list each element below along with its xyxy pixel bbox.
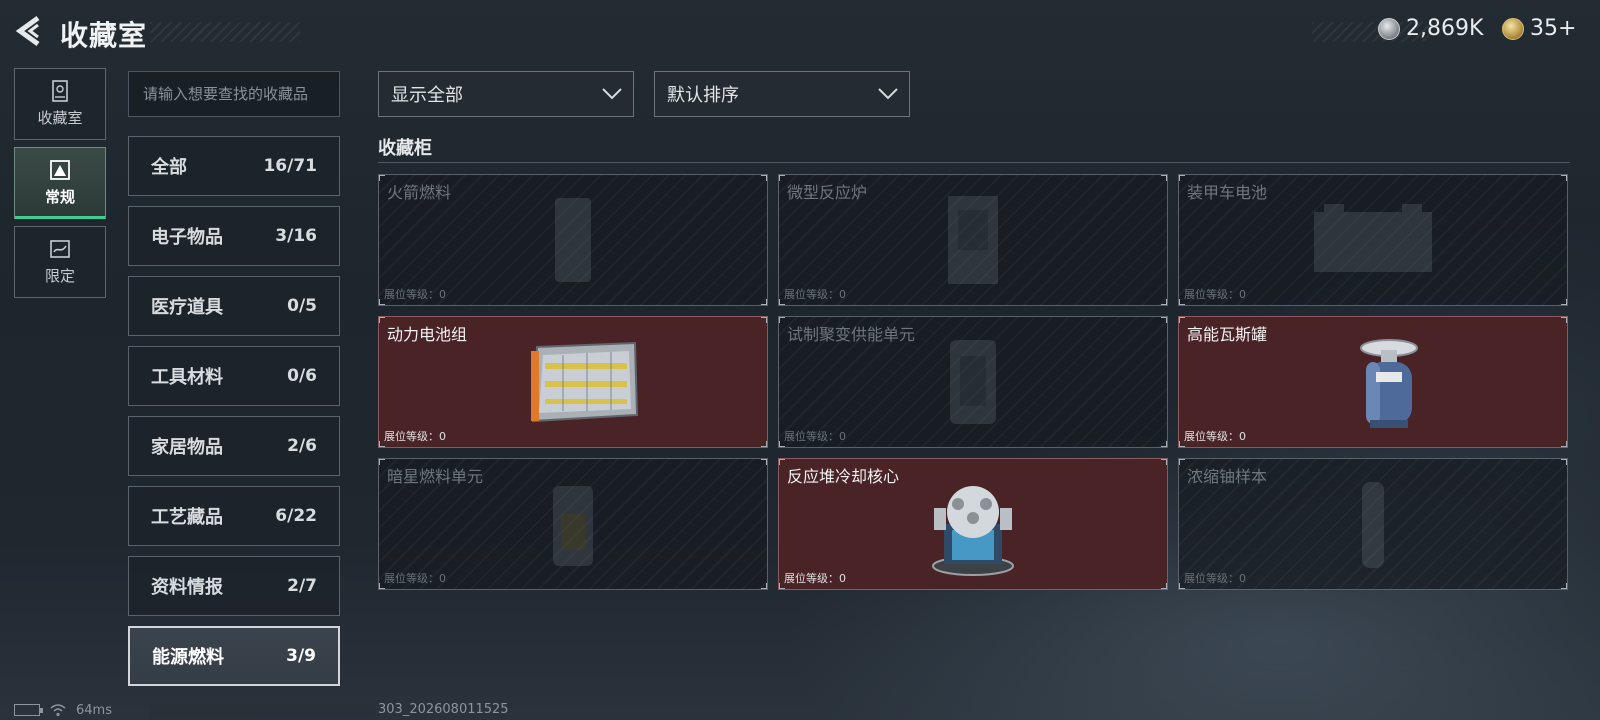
slot-name: 动力电池组 (387, 325, 468, 344)
category-name: 家居物品 (151, 437, 223, 458)
cabinet-title: 收藏柜 (378, 138, 432, 159)
slot-level: 展位等级：0 (784, 288, 846, 301)
back-arrow-icon[interactable] (14, 14, 48, 48)
dark-star-fuel-unit-icon (553, 486, 593, 566)
collection-slot-micro-reactor[interactable]: 微型反应炉 展位等级：0 (778, 174, 1168, 306)
category-count: 0/6 (287, 366, 317, 386)
micro-reactor-icon (948, 196, 998, 284)
category-count: 0/5 (287, 296, 317, 316)
slot-level: 展位等级：0 (784, 572, 846, 585)
page-title: 收藏室 (60, 19, 148, 52)
gold-coin-icon (1502, 17, 1524, 40)
build-id: 303_202608011525 (378, 702, 509, 717)
slot-level: 展位等级：0 (784, 430, 846, 443)
side-nav-label: 常规 (44, 188, 75, 206)
category-name: 医疗道具 (151, 297, 223, 318)
sort-value: 默认排序 (667, 85, 739, 106)
slot-name: 反应堆冷却核心 (787, 467, 900, 486)
category-electronics[interactable]: 电子物品 3/16 (128, 206, 340, 266)
category-name: 能源燃料 (152, 647, 224, 668)
collection-slot-reactor-cooling-core[interactable]: 反应堆冷却核心 展位等级：0 (778, 458, 1168, 590)
collection-slot-enriched-uranium-sample[interactable]: 浓缩铀样本 展位等级：0 (1178, 458, 1568, 590)
slot-level: 展位等级：0 (384, 430, 446, 443)
category-name: 全部 (151, 157, 187, 178)
category-crafts[interactable]: 工艺藏品 6/22 (128, 486, 340, 546)
limited-icon (50, 240, 70, 258)
category-name: 工具材料 (151, 367, 223, 388)
collection-slot-rocket-fuel[interactable]: 火箭燃料 展位等级：0 (378, 174, 768, 306)
chevron-down-icon (878, 88, 898, 100)
category-household[interactable]: 家居物品 2/6 (128, 416, 340, 476)
armored-vehicle-battery-icon (1314, 204, 1432, 272)
display-filter-value: 显示全部 (391, 85, 463, 106)
rocket-fuel-icon (555, 198, 591, 282)
side-nav-label: 收藏室 (37, 109, 83, 127)
collection-slot-dark-star-fuel-unit[interactable]: 暗星燃料单元 展位等级：0 (378, 458, 768, 590)
slot-name: 高能瓦斯罐 (1187, 325, 1268, 344)
collection-room-icon (52, 80, 68, 102)
category-name: 工艺藏品 (151, 507, 223, 528)
regular-icon (50, 160, 70, 180)
slot-level: 展位等级：0 (1184, 430, 1246, 443)
side-nav-regular[interactable]: 常规 (14, 147, 106, 219)
slot-level: 展位等级：0 (384, 572, 446, 585)
collection-slot-prototype-fusion-unit[interactable]: 试制聚变供能单元 展位等级：0 (778, 316, 1168, 448)
category-count: 2/7 (287, 576, 317, 596)
slot-level: 展位等级：0 (1184, 288, 1246, 301)
slot-name: 暗星燃料单元 (387, 467, 484, 486)
category-count: 16/71 (263, 156, 317, 176)
category-count: 3/9 (286, 646, 316, 666)
slot-level: 展位等级：0 (384, 288, 446, 301)
sort-dropdown[interactable]: 默认排序 (654, 71, 910, 117)
prototype-fusion-unit-icon (950, 340, 996, 424)
gas-canister-icon (1360, 339, 1418, 428)
side-nav-label: 限定 (44, 267, 75, 285)
display-filter-dropdown[interactable]: 显示全部 (378, 71, 634, 117)
chevron-down-icon (602, 88, 622, 100)
slot-level: 展位等级：0 (1184, 572, 1246, 585)
wifi-icon (50, 704, 66, 717)
slot-name: 火箭燃料 (387, 183, 452, 202)
category-name: 资料情报 (151, 577, 223, 598)
category-count: 6/22 (275, 506, 317, 526)
status-bar: 64ms (14, 702, 112, 718)
power-battery-pack-icon (531, 341, 639, 423)
collection-slot-high-energy-gas-can[interactable]: 高能瓦斯罐 展位等级：0 (1178, 316, 1568, 448)
collection-slot-power-battery-pack[interactable]: 动力电池组 展位等级：0 (378, 316, 768, 448)
category-count: 2/6 (287, 436, 317, 456)
slot-name: 微型反应炉 (787, 183, 868, 202)
title-decoration (150, 22, 300, 42)
slot-name: 试制聚变供能单元 (787, 325, 916, 344)
search-input[interactable] (128, 71, 340, 117)
build-info-mask (150, 704, 376, 718)
battery-icon (14, 704, 43, 716)
currency-silver: 2,869K (1378, 16, 1483, 41)
category-all[interactable]: 全部 16/71 (128, 136, 340, 196)
currency-gold: 35+ (1502, 16, 1576, 41)
slot-name: 装甲车电池 (1187, 183, 1268, 202)
divider (378, 162, 1570, 163)
silver-coin-icon (1378, 17, 1400, 40)
category-name: 电子物品 (151, 227, 223, 248)
category-tools[interactable]: 工具材料 0/6 (128, 346, 340, 406)
enriched-uranium-sample-icon (1362, 482, 1384, 568)
category-medical[interactable]: 医疗道具 0/5 (128, 276, 340, 336)
collection-slot-armored-vehicle-battery[interactable]: 装甲车电池 展位等级：0 (1178, 174, 1568, 306)
gold-amount: 35+ (1530, 16, 1577, 41)
reactor-cooling-core-icon (932, 486, 1014, 576)
category-energy-fuel[interactable]: 能源燃料 3/9 (128, 626, 340, 686)
ping-value: 64ms (76, 702, 112, 718)
side-nav-collection-room[interactable]: 收藏室 (14, 68, 106, 140)
silver-amount: 2,869K (1406, 16, 1484, 41)
side-nav-limited[interactable]: 限定 (14, 226, 106, 298)
slot-name: 浓缩铀样本 (1187, 467, 1268, 486)
category-count: 3/16 (275, 226, 317, 246)
category-intel[interactable]: 资料情报 2/7 (128, 556, 340, 616)
